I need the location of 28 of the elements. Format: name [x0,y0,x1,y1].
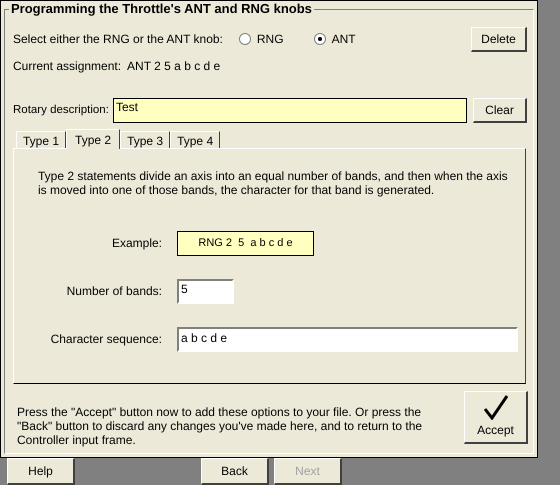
accept-button[interactable]: Accept [464,391,528,444]
example-box: RNG 2 5 a b c d e [177,230,314,256]
instructions-text: Press the "Accept" button now to add these options to your file. Or press the "Back" button to discard any changes you've made here, and to return to the Controller input frame. [17,405,424,447]
bands-label: Number of bands: [66,283,162,300]
radio-label[interactable]: ANT [332,30,356,48]
sequence-input-field[interactable]: a b c d e [177,326,518,352]
knob-select-label: Select either the RNG or the ANT knob: [13,31,223,48]
tab[interactable]: Type 4 [170,131,220,148]
group-title: Programming the Throttle's ANT and RNG knobs [9,1,314,17]
tab[interactable]: Type 1 [16,131,66,148]
radio-label[interactable]: RNG [256,30,284,48]
delete-button[interactable]: Delete [471,26,527,52]
rotary-label: Rotary description: [13,102,110,118]
example-label: Example: [110,235,162,252]
rotary-description-field[interactable]: Test [113,98,467,123]
bands-input-field[interactable]: 5 [177,278,234,304]
tab[interactable]: Type 2 [66,129,120,149]
type-description: Type 2 statements divide an axis into an equal number of bands, and then when the axis is moved into one of those bands, the character for that band is generated. [38,169,508,197]
radio-button[interactable] [314,33,326,45]
nav-button[interactable]: Back [201,458,269,485]
nav-button[interactable]: Help [7,458,75,485]
assignment-value: ANT 2 5 a b c d e [127,58,220,75]
assignment-label: Current assignment: [13,58,122,75]
radio-button[interactable] [238,33,251,45]
tab[interactable]: Type 3 [120,131,170,148]
sequence-label: Character sequence: [50,331,162,348]
checkmark-icon [482,394,508,420]
clear-button[interactable]: Clear [473,98,527,123]
